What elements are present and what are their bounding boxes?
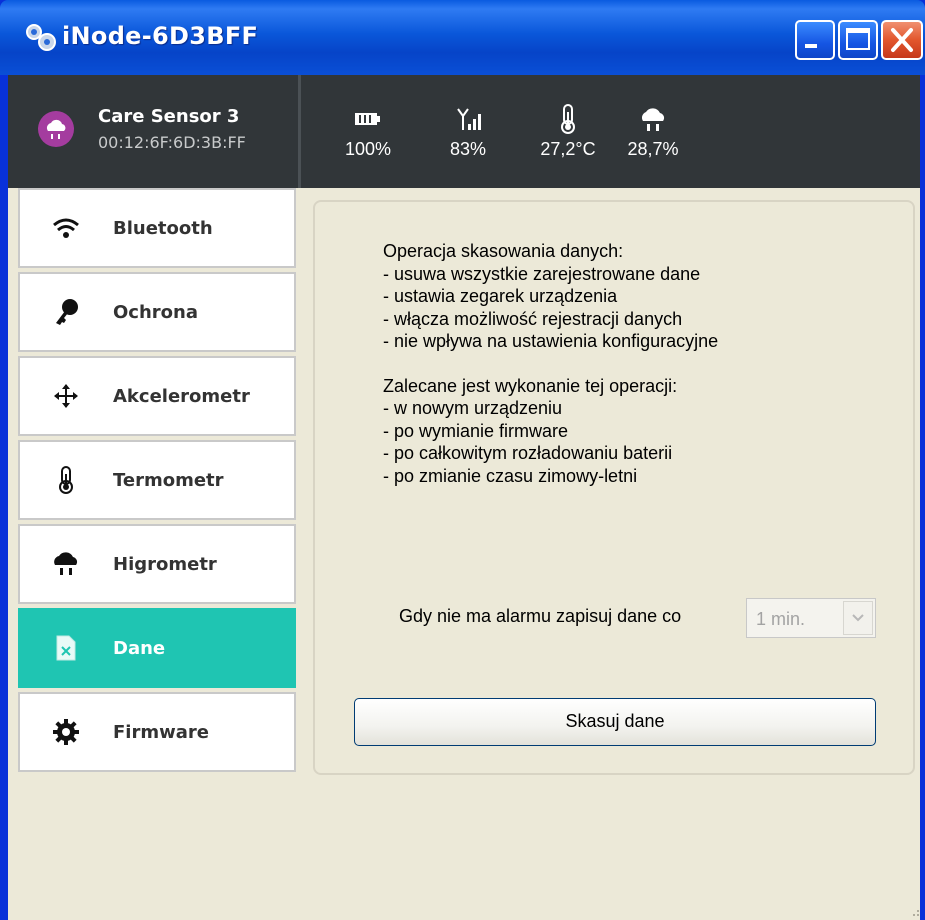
sidebar-item-label: Dane — [113, 638, 166, 659]
sidebar-item-label: Ochrona — [113, 302, 198, 323]
info-line: - włącza możliwość rejestracji danych — [383, 308, 683, 329]
chevron-down-icon — [852, 614, 864, 622]
signal-value: 83% — [449, 139, 487, 159]
interval-value: 1 min. — [756, 609, 806, 629]
info-line: - po zmianie czasu zimowy-letni — [383, 465, 638, 486]
cloud-rain-icon — [46, 119, 66, 139]
file-icon — [56, 635, 76, 661]
info-line: - nie wpływa na ustawienia konfiguracyjn… — [383, 331, 719, 351]
signal-stat: 83% — [438, 103, 498, 160]
info-heading: Operacja skasowania danych: — [383, 241, 624, 261]
dropdown-arrow[interactable] — [843, 601, 873, 635]
resize-grip-icon[interactable] — [908, 905, 920, 917]
minimize-button[interactable] — [795, 20, 835, 60]
sidebar-item-label: Firmware — [113, 722, 209, 743]
maximize-icon — [846, 28, 870, 50]
window-title: iNode-6D3BFF — [62, 22, 259, 50]
sidebar-item-label: Akcelerometr — [113, 386, 250, 407]
device-name: Care Sensor 3 — [98, 106, 240, 127]
sidebar-item-ochrona[interactable]: Ochrona — [18, 272, 296, 352]
app-window: iNode-6D3BFF Care Sensor 3 00:12:6F:6D:3… — [0, 0, 925, 920]
thermometer-icon — [561, 104, 575, 134]
sidebar-item-dane[interactable]: Dane — [18, 608, 296, 688]
wifi-icon — [53, 218, 79, 238]
battery-stat: 100% — [338, 103, 398, 160]
avatar — [38, 111, 74, 147]
temperature-value: 27,2°C — [540, 139, 596, 159]
humidity-stat: 28,7% — [613, 103, 693, 160]
minimize-icon — [805, 44, 817, 48]
sidebar-item-bluetooth[interactable]: Bluetooth — [18, 188, 296, 268]
interval-dropdown[interactable]: 1 min. — [746, 598, 876, 638]
signal-icon — [457, 108, 481, 130]
title-bar[interactable]: iNode-6D3BFF — [0, 0, 925, 75]
gear-icon — [53, 719, 79, 745]
sidebar-item-termometr[interactable]: Termometr — [18, 440, 296, 520]
move-arrows-icon — [54, 384, 78, 408]
humidity-value: 28,7% — [627, 139, 679, 159]
gears-icon — [26, 24, 56, 51]
temperature-stat: 27,2°C — [523, 103, 613, 160]
info-line: - ustawia zegarek urządzenia — [383, 286, 618, 306]
sidebar-item-label: Bluetooth — [113, 218, 213, 239]
device-mac: 00:12:6F:6D:3B:FF — [98, 133, 246, 152]
close-icon — [891, 28, 913, 52]
sidebar-item-higrometr[interactable]: Higrometr — [18, 524, 296, 604]
battery-icon — [355, 113, 380, 125]
interval-label: Gdy nie ma alarmu zapisuj dane co — [399, 606, 682, 626]
client-area: Care Sensor 3 00:12:6F:6D:3B:FF 100% 83%… — [8, 75, 920, 920]
info-line: - po wymianie firmware — [383, 420, 569, 441]
header-divider — [298, 75, 301, 188]
data-panel: Operacja skasowania danych: - usuwa wszy… — [313, 200, 915, 775]
info-heading: Zalecane jest wykonanie tej operacji: — [383, 375, 678, 396]
info-line: - po całkowitym rozładowaniu baterii — [383, 443, 673, 463]
device-header: Care Sensor 3 00:12:6F:6D:3B:FF 100% 83%… — [8, 75, 920, 188]
sidebar-item-label: Termometr — [113, 470, 224, 491]
info-text: Operacja skasowania danych: - usuwa wszy… — [383, 240, 718, 487]
sidebar-item-label: Higrometr — [113, 554, 217, 575]
close-button[interactable] — [881, 20, 923, 60]
maximize-button[interactable] — [838, 20, 878, 60]
info-line: - w nowym urządzeniu — [383, 398, 563, 418]
humidity-icon — [641, 108, 665, 131]
clear-data-button[interactable]: Skasuj dane — [354, 698, 876, 746]
sidebar-item-firmware[interactable]: Firmware — [18, 692, 296, 772]
key-icon — [56, 299, 78, 325]
battery-value: 100% — [344, 139, 392, 159]
cloud-rain-icon — [54, 552, 78, 575]
info-line: - usuwa wszystkie zarejestrowane dane — [383, 263, 701, 284]
sidebar: Bluetooth Ochrona Akcelerometr Termometr… — [18, 188, 300, 778]
sidebar-item-akcelerometr[interactable]: Akcelerometr — [18, 356, 296, 436]
thermometer-icon — [59, 466, 73, 494]
